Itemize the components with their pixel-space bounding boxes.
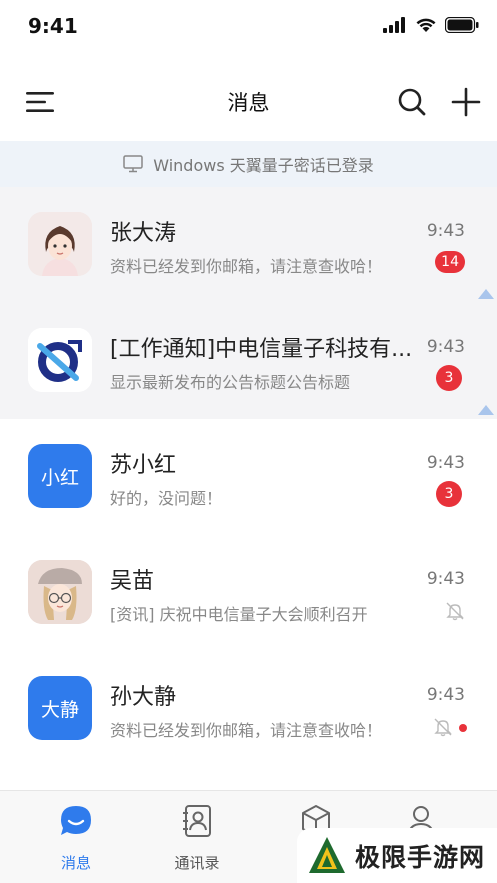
chat-item-su-xiaohong[interactable]: 小红 苏小红 好的，没问题！ 9:43 3 bbox=[0, 419, 497, 535]
status-icons bbox=[383, 17, 479, 33]
chat-preview: 显示最新发布的公告标题公告标题 bbox=[110, 373, 351, 392]
chat-item-sun-dajing[interactable]: 大静 孙大静 资料已经发到你邮箱，请注意查收哈！ 9:43 bbox=[0, 651, 497, 767]
battery-icon bbox=[445, 17, 479, 33]
unread-badge: 3 bbox=[436, 481, 462, 507]
tab-label: 通讯录 bbox=[174, 854, 220, 872]
chat-name: 吴苗 bbox=[110, 569, 155, 594]
chat-name: 孙大静 bbox=[110, 685, 177, 710]
add-icon[interactable] bbox=[450, 86, 482, 118]
chat-name: [工作通知]中电信量子科技有... bbox=[110, 337, 413, 362]
female-avatar-illustration bbox=[28, 212, 92, 276]
watermark-logo-icon bbox=[309, 836, 345, 873]
chat-name: 张大涛 bbox=[110, 221, 177, 246]
chat-time: 9:43 bbox=[426, 569, 465, 589]
pinned-marker bbox=[478, 289, 494, 299]
chat-preview: 资料已经发到你邮箱，请注意查收哈！ bbox=[110, 257, 383, 276]
muted-bell-icon bbox=[434, 718, 452, 737]
avatar: 小红 bbox=[28, 444, 92, 508]
unread-badge: 14 bbox=[435, 251, 465, 273]
chat-preview: 好的，没问题！ bbox=[110, 489, 223, 508]
watermark: 极限手游网 bbox=[297, 828, 497, 883]
chat-time: 9:43 bbox=[426, 453, 465, 473]
chat-time: 9:43 bbox=[426, 221, 465, 241]
watermark-text: 极限手游网 bbox=[355, 842, 486, 872]
contacts-icon bbox=[183, 805, 211, 837]
status-time: 9:41 bbox=[28, 14, 78, 38]
avatar bbox=[28, 560, 92, 624]
muted-bell-icon bbox=[446, 602, 464, 621]
login-status-banner[interactable]: Windows 天翼量子密话已登录 bbox=[0, 141, 497, 187]
monitor-icon bbox=[123, 155, 143, 173]
pinned-marker bbox=[478, 405, 494, 415]
chat-list: 张大涛 资料已经发到你邮箱，请注意查收哈！ 9:43 14 [工作通知]中电信量… bbox=[0, 187, 497, 767]
chat-preview: 资料已经发到你邮箱，请注意查收哈！ bbox=[110, 721, 383, 740]
unread-dot bbox=[459, 724, 467, 732]
chat-time: 9:43 bbox=[426, 685, 465, 705]
quantum-logo-icon bbox=[28, 328, 92, 392]
unread-badge: 3 bbox=[436, 365, 462, 391]
tab-contacts[interactable]: 通讯录 bbox=[157, 803, 237, 873]
tab-label: 消息 bbox=[60, 854, 91, 872]
cellular-signal-icon bbox=[383, 17, 405, 33]
login-status-text: Windows 天翼量子密话已登录 bbox=[153, 156, 374, 175]
avatar bbox=[28, 212, 92, 276]
chat-time: 9:43 bbox=[426, 337, 465, 357]
chat-item-zhang-datao[interactable]: 张大涛 资料已经发到你邮箱，请注意查收哈！ 9:43 14 bbox=[0, 187, 497, 303]
search-icon[interactable] bbox=[396, 86, 428, 118]
chat-bubble-icon bbox=[61, 806, 91, 835]
tab-messages[interactable]: 消息 bbox=[36, 803, 116, 873]
chat-name: 苏小红 bbox=[110, 453, 177, 478]
chat-item-wu-miao[interactable]: 吴苗 [资讯] 庆祝中电信量子大会顺利召开 9:43 bbox=[0, 535, 497, 651]
girl-with-beret-avatar-illustration bbox=[28, 560, 92, 624]
avatar bbox=[28, 328, 92, 392]
wifi-icon bbox=[416, 18, 436, 32]
chat-item-work-notice[interactable]: [工作通知]中电信量子科技有... 显示最新发布的公告标题公告标题 9:43 3 bbox=[0, 303, 497, 419]
chat-preview: [资讯] 庆祝中电信量子大会顺利召开 bbox=[110, 605, 368, 624]
nav-bar: 消息 bbox=[0, 72, 497, 132]
status-bar: 9:41 bbox=[0, 0, 497, 54]
avatar: 大静 bbox=[28, 676, 92, 740]
